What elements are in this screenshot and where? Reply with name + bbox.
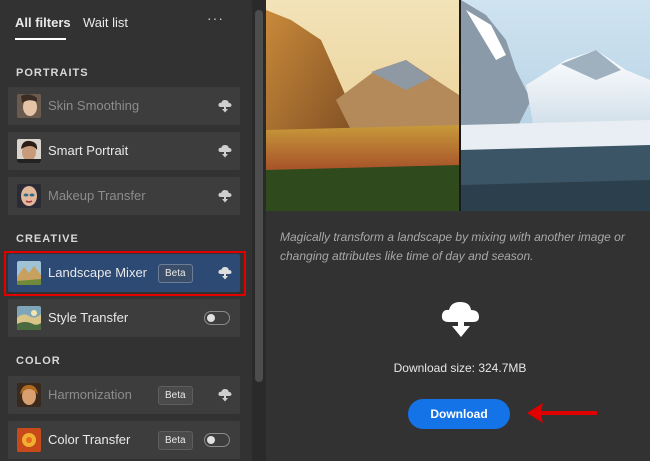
more-options-icon[interactable]: ··· xyxy=(207,10,224,26)
landscape-preview-image xyxy=(266,0,650,211)
filter-label: Harmonization xyxy=(48,387,132,402)
filter-item-style-transfer[interactable]: Style Transfer xyxy=(8,299,240,337)
filter-detail-panel: Magically transform a landscape by mixin… xyxy=(266,0,650,461)
scrollbar-thumb[interactable] xyxy=(255,10,263,382)
filter-item-harmonization[interactable]: Harmonization Beta xyxy=(8,376,240,414)
active-tab-indicator xyxy=(15,38,66,40)
annotation-highlight-box xyxy=(4,251,246,296)
color-transfer-toggle[interactable] xyxy=(204,433,230,447)
harmonization-thumbnail xyxy=(17,383,41,407)
cloud-download-icon[interactable] xyxy=(217,143,233,159)
filter-description: Magically transform a landscape by mixin… xyxy=(280,230,625,263)
skin-smoothing-thumbnail xyxy=(17,94,41,118)
filter-label: Color Transfer xyxy=(48,432,131,447)
filter-item-skin-smoothing[interactable]: Skin Smoothing xyxy=(8,87,240,125)
download-button[interactable]: Download xyxy=(408,399,510,429)
filter-item-makeup-transfer[interactable]: Makeup Transfer xyxy=(8,177,240,215)
tab-all-filters[interactable]: All filters xyxy=(15,15,71,30)
style-transfer-toggle[interactable] xyxy=(204,311,230,325)
cloud-download-icon[interactable] xyxy=(217,98,233,114)
smart-portrait-thumbnail xyxy=(17,139,41,163)
section-header-creative: CREATIVE xyxy=(16,233,79,245)
filter-item-smart-portrait[interactable]: Smart Portrait xyxy=(8,132,240,170)
filter-label: Makeup Transfer xyxy=(48,188,146,203)
filter-tabs: All filters Wait list ··· xyxy=(0,0,252,46)
cloud-download-icon[interactable] xyxy=(217,387,233,403)
style-transfer-thumbnail xyxy=(17,306,41,330)
cloud-download-icon xyxy=(441,302,479,337)
section-header-color: COLOR xyxy=(16,355,61,367)
toggle-knob xyxy=(207,435,215,444)
tab-wait-list[interactable]: Wait list xyxy=(83,15,128,30)
filter-label: Smart Portrait xyxy=(48,143,129,158)
cloud-download-icon[interactable] xyxy=(217,188,233,204)
beta-badge: Beta xyxy=(158,386,193,405)
filter-label: Style Transfer xyxy=(48,310,129,325)
filters-scrollbar[interactable] xyxy=(252,0,266,461)
filter-item-color-transfer[interactable]: Color Transfer Beta xyxy=(8,421,240,459)
annotation-arrow-icon xyxy=(527,403,597,423)
toggle-knob xyxy=(207,313,215,322)
color-transfer-thumbnail xyxy=(17,428,41,452)
download-size-text: Download size: 324.7MB xyxy=(393,361,527,375)
beta-badge: Beta xyxy=(158,431,193,450)
filters-panel: All filters Wait list ··· PORTRAITS Skin… xyxy=(0,0,252,461)
filter-label: Skin Smoothing xyxy=(48,98,140,113)
section-header-portraits: PORTRAITS xyxy=(16,67,89,79)
makeup-transfer-thumbnail xyxy=(17,184,41,208)
